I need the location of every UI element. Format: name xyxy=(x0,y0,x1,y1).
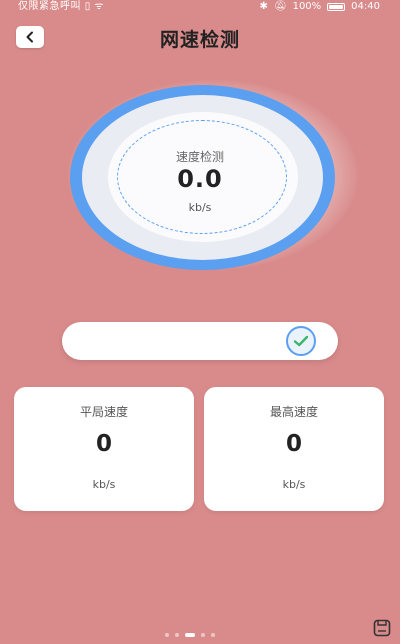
clock: 04:40 xyxy=(351,1,380,12)
battery-text: 100% xyxy=(292,1,322,12)
gauge-unit: kb/s xyxy=(188,201,212,214)
max-speed-card: 最高速度 0 kb/s xyxy=(204,387,384,511)
gauge-value: 0.0 xyxy=(177,165,223,193)
page-dot xyxy=(165,633,169,637)
gauge-label: 速度检测 xyxy=(175,150,224,164)
page-dot xyxy=(211,633,215,637)
average-speed-label: 平局速度 xyxy=(79,405,128,419)
bluetooth-icon: ✱ xyxy=(259,1,268,12)
mute-icon: 🔕︎ xyxy=(273,1,287,12)
average-speed-unit: kb/s xyxy=(92,478,116,491)
save-button[interactable] xyxy=(372,618,392,638)
max-speed-unit: kb/s xyxy=(282,478,306,491)
wifi-icon: ᯤ xyxy=(94,1,105,12)
battery-icon xyxy=(327,3,346,11)
status-bar: 仅限紧急呼叫 ▯ ᯤ ✱ 🔕︎ 100% 04:40 xyxy=(0,0,400,14)
page-dot-active xyxy=(185,633,195,637)
average-speed-value: 0 xyxy=(95,431,112,457)
status-right: ✱ 🔕︎ 100% 04:40 xyxy=(259,0,380,14)
progress-check-button[interactable] xyxy=(286,326,316,356)
sim-icon: ▯ xyxy=(84,1,91,12)
max-speed-value: 0 xyxy=(285,431,302,457)
max-speed-label: 最高速度 xyxy=(269,405,318,419)
page-indicator xyxy=(165,633,215,637)
average-speed-card: 平局速度 0 kb/s xyxy=(14,387,194,511)
save-icon xyxy=(373,619,391,637)
check-icon xyxy=(293,335,309,347)
page-title: 网速检测 xyxy=(159,29,240,51)
page-dot xyxy=(175,633,179,637)
status-left: 仅限紧急呼叫 ▯ ᯤ xyxy=(18,0,104,14)
carrier-text: 仅限紧急呼叫 xyxy=(18,1,81,12)
page-dot xyxy=(201,633,205,637)
